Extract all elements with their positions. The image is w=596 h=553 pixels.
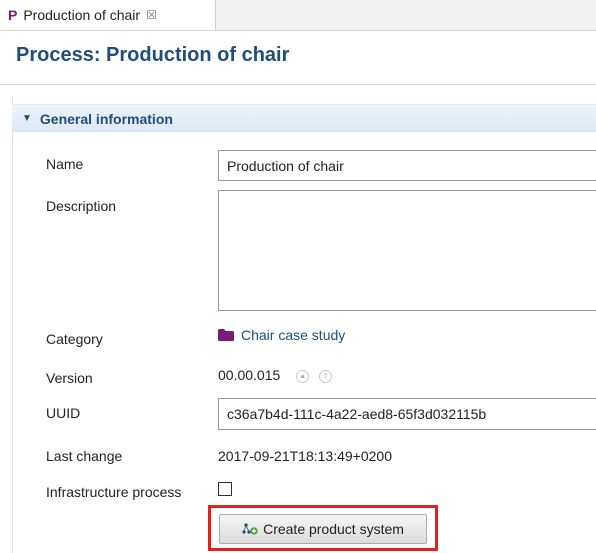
category-link[interactable]: Chair case study: [218, 327, 345, 343]
close-icon[interactable]: ☒: [146, 8, 157, 22]
infrastructure-label: Infrastructure process: [46, 484, 182, 500]
editor-tab-bar: P Production of chair ☒: [0, 0, 596, 31]
product-system-icon: [242, 523, 258, 535]
last-change-value: 2017-09-21T18:13:49+0200: [218, 448, 392, 464]
chevron-down-icon[interactable]: ▼: [22, 113, 32, 124]
section-header-general-information[interactable]: ▼ General information: [12, 104, 596, 132]
uuid-label: UUID: [46, 405, 81, 421]
version-spinner: ▲ ⇧: [296, 369, 333, 383]
version-label: Version: [46, 370, 93, 386]
version-value: 00.00.015: [218, 367, 281, 383]
last-change-label: Last change: [46, 448, 123, 464]
version-up-icon[interactable]: ⇧: [319, 369, 333, 383]
version-down-icon[interactable]: ▲: [296, 369, 310, 383]
category-label: Category: [46, 331, 103, 347]
description-field[interactable]: [218, 190, 596, 311]
uuid-field[interactable]: c36a7b4d-111c-4a22-aed8-65f3d032115b: [218, 398, 596, 430]
name-label: Name: [46, 156, 84, 172]
tab-production-of-chair[interactable]: P Production of chair ☒: [0, 0, 216, 30]
infrastructure-checkbox[interactable]: [218, 482, 232, 496]
process-icon: P: [8, 7, 18, 23]
folder-icon: [218, 329, 234, 341]
create-product-system-label: Create product system: [263, 521, 404, 537]
description-label: Description: [46, 198, 117, 214]
create-product-system-button[interactable]: Create product system: [219, 514, 427, 544]
section-title: General information: [39, 110, 173, 127]
name-field[interactable]: Production of chair: [218, 150, 596, 181]
version-row: 00.00.015 ▲ ⇧: [218, 367, 333, 383]
tab-title: Production of chair: [23, 7, 141, 23]
page-title: Process: Production of chair: [16, 44, 290, 66]
category-value: Chair case study: [241, 327, 346, 343]
header-divider: [0, 84, 596, 85]
